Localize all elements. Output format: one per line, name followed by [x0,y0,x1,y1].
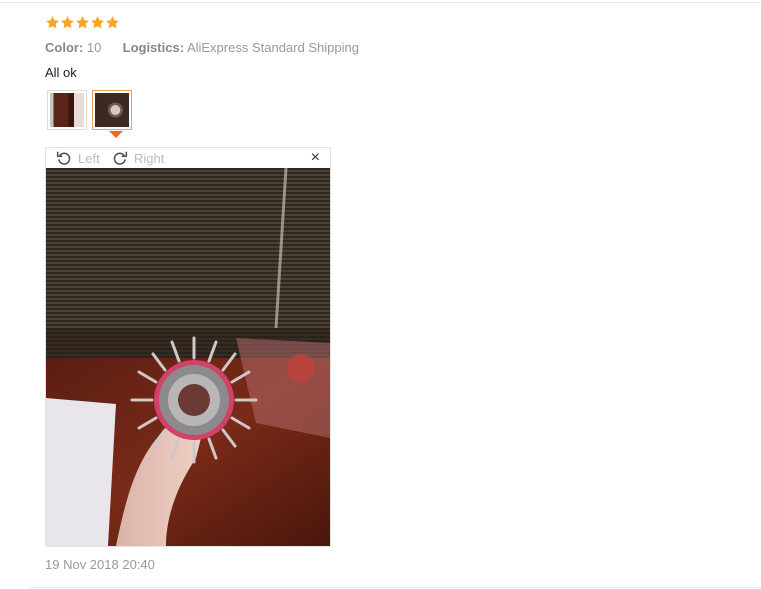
viewer-toolbar: Left Right × [46,148,330,168]
color-value: 10 [86,40,102,55]
hairbrush-photo-icon [46,168,330,546]
review-meta: Color: 10 Logistics: AliExpress Standard… [45,40,359,55]
rotate-left-label: Left [78,150,100,166]
rotate-right-label: Right [134,150,165,166]
star-icon [105,15,120,30]
rotate-right-button[interactable]: Right [112,150,164,166]
color-label: Color: [45,40,84,55]
review-photo-thumbnail[interactable] [47,90,87,130]
star-rating [45,15,120,30]
close-icon[interactable]: × [311,149,320,167]
star-icon [45,15,60,30]
top-divider [0,2,761,3]
bottom-divider [30,587,761,588]
review-photo-1-icon [50,93,84,127]
star-icon [90,15,105,30]
review-photo-2-icon [95,93,129,127]
review-comment: All ok [45,65,77,80]
rotate-right-icon [113,151,128,165]
logistics-value: AliExpress Standard Shipping [186,40,359,55]
star-icon [75,15,90,30]
photo-viewer: Left Right × [45,147,331,547]
star-icon [60,15,75,30]
review-photo-thumbnail-selected[interactable] [92,90,132,130]
selected-thumbnail-caret-icon [109,131,123,138]
rotate-left-button[interactable]: Left [56,150,100,166]
rotate-left-icon [56,151,71,165]
logistics-label: Logistics: [122,40,185,55]
review-date: 19 Nov 2018 20:40 [45,557,155,572]
